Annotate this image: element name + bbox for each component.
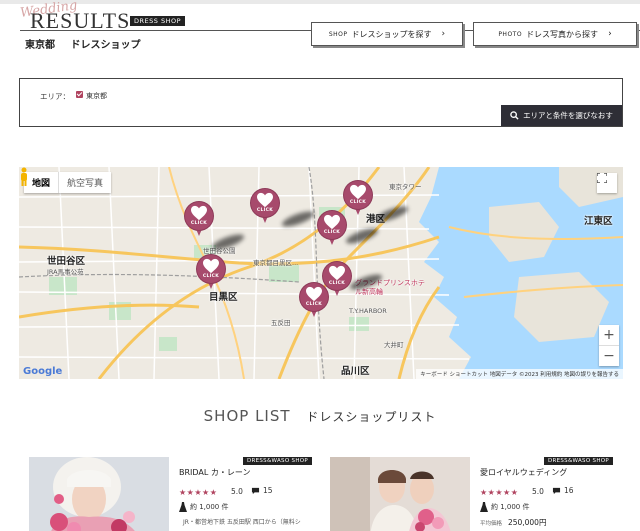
average-price-label: 平均価格 [480,521,503,527]
shop-marker[interactable]: CLICK [344,181,372,219]
marker-click-label: CLICK [202,274,220,279]
rating-stars: ★★★★★ [179,488,218,497]
shop-access: JR・都営地下鉄 五反田駅 西口から（無料シ [179,517,301,526]
shop-marker[interactable]: CLICK [197,255,225,293]
map-label-meguro-park: 東京都目黒区... [253,259,299,267]
shop-map[interactable]: 世田谷区 JRA馬事公苑 目黒区 港区 江東区 品川区 世田谷公園 東京都目黒区… [19,167,623,379]
find-by-photo-button[interactable]: PHOTO ドレス写真から探す › [473,22,637,46]
shop-list-title-en: SHOP LIST [203,407,291,425]
rating-score: 5.0 [532,487,544,496]
find-shop-label: ドレスショップを探す [351,29,432,39]
shop-list-title-ja: ドレスショップリスト [306,410,437,424]
page-subtitle: 東京都 ドレスショップ [25,36,152,51]
shop-access-text: JR・都営地下鉄 五反田駅 西口から（無料シ [183,519,301,526]
tab-map[interactable]: 地図 [24,172,58,193]
area-label: エリア： [40,92,70,101]
dress-count-value: 約 1,000 件 [190,503,229,511]
zoom-out-button[interactable]: − [599,346,619,366]
map-label-jra: JRA馬事公苑 [47,268,84,276]
google-logo: Google [23,366,63,377]
average-price: 平均価格 250,000円 [480,517,546,528]
marker-click-label: CLICK [256,208,274,213]
marker-click-label: CLICK [190,221,208,226]
card-type-badge: DRESS&WASO SHOP [543,457,613,465]
shop-photo[interactable] [29,457,169,531]
map-footer[interactable]: キーボード ショートカット 地図データ ©2023 利用規約 地図の誤りを報告す… [416,369,623,379]
reselect-area-button[interactable]: エリアと条件を選びなおす [501,105,622,126]
chevron-right-icon: › [608,29,612,39]
heart-icon [257,192,273,208]
map-label-oimachi: 大井町 [384,341,404,349]
zoom-in-button[interactable]: + [599,325,619,345]
map-base [19,167,623,379]
subtitle-area: 東京都 [25,40,55,51]
top-strip [0,0,640,4]
shop-marker[interactable]: CLICK [185,202,213,240]
find-photo-en-label: PHOTO [498,30,523,38]
area-filter-panel: エリア： 東京都 エリアと条件を選びなおす [19,78,623,127]
shop-marker[interactable]: CLICK [251,189,279,227]
dress-icon [179,502,187,512]
dress-icon [480,502,488,512]
shop-card[interactable]: DRESS&WASO SHOP 愛ロイヤルウェディング ★★★★★ 5.0 16… [330,457,613,531]
zoom-control: + − [599,325,619,366]
comment-count: 16 [552,486,574,495]
heart-icon [329,265,345,281]
map-label-koto: 江東区 [584,216,613,227]
marker-click-label: CLICK [305,302,323,307]
marker-click-label: CLICK [323,230,341,235]
couple-photo [330,457,470,531]
find-photo-label: ドレス写真から探す [526,29,599,39]
heart-icon [203,258,219,274]
map-type-toggle: 地図 航空写真 [24,172,112,193]
heart-icon [306,286,322,302]
comment-count-value: 15 [263,486,273,495]
find-shop-button[interactable]: SHOP ドレスショップを探す › [311,22,463,46]
bride-photo [29,457,169,531]
heart-icon [350,184,366,200]
pegman-icon[interactable] [19,167,29,187]
dress-count-value: 約 1,000 件 [491,503,530,511]
fullscreen-button[interactable] [597,173,617,193]
fullscreen-icon [597,173,607,183]
map-label-tokyo-tower: 東京タワー [389,183,422,191]
map-label-shinagawa: 品川区 [341,366,370,377]
find-shop-en-label: SHOP [328,30,348,38]
rating-score: 5.0 [231,487,243,496]
dress-count: 約 1,000 件 [480,502,530,512]
map-label-gotanda: 五反田 [271,319,291,327]
shop-marker[interactable]: CLICK [300,283,328,321]
shop-photo[interactable] [330,457,470,531]
marker-click-label: CLICK [349,200,367,205]
chevron-right-icon: › [441,29,446,39]
map-label-t-harbor: T.Y.HARBOR [349,307,387,315]
dress-shop-badge: DRESS SHOP [130,16,185,26]
shop-list-heading: SHOP LIST ドレスショップリスト [0,407,640,425]
heart-icon [191,205,207,221]
shop-name[interactable]: 愛ロイヤルウェディング [480,467,567,478]
card-type-badge: DRESS&WASO SHOP [242,457,312,465]
average-price-value: 250,000円 [507,518,547,527]
map-label-setagaya: 世田谷区 [47,256,86,267]
reselect-area-label: エリアと条件を選びなおす [523,111,613,120]
area-checkbox[interactable] [76,91,83,98]
comment-icon [251,487,260,494]
shop-marker[interactable]: CLICK [318,211,346,249]
shop-name[interactable]: BRIDAL カ・レーン [179,467,251,478]
subtitle-type: ドレスショップ [70,40,141,51]
comment-count-value: 16 [564,486,574,495]
shop-card[interactable]: DRESS&WASO SHOP BRIDAL カ・レーン ★★★★★ 5.0 1… [29,457,312,531]
search-icon [510,111,519,120]
comment-icon [552,487,561,494]
dress-count: 約 1,000 件 [179,502,229,512]
heart-icon [324,214,340,230]
rating-stars: ★★★★★ [480,488,519,497]
tab-satellite[interactable]: 航空写真 [58,172,111,193]
comment-count: 15 [251,486,273,495]
area-selected-value: 東京都 [86,92,107,100]
